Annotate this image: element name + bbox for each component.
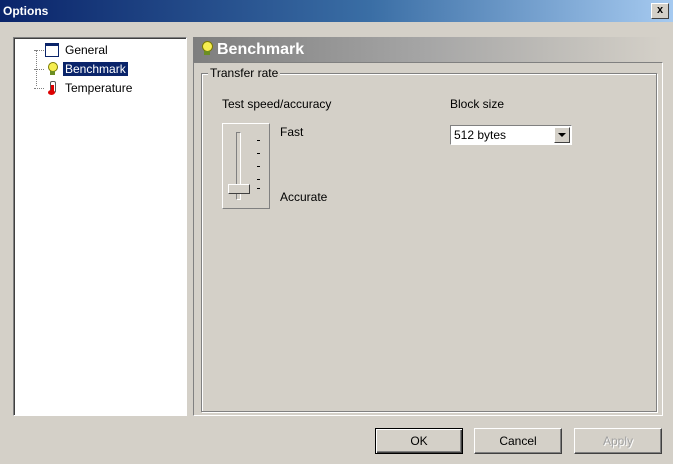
- ok-button[interactable]: OK: [375, 428, 463, 454]
- options-tree[interactable]: General Benchmark Temperature: [13, 37, 187, 416]
- accurate-label: Accurate: [280, 190, 328, 204]
- panel-title: Benchmark: [217, 41, 305, 58]
- tree-branch-line: [34, 49, 44, 51]
- panel-header: Benchmark: [193, 37, 663, 62]
- chevron-down-icon[interactable]: [554, 127, 570, 143]
- tree-item-benchmark[interactable]: Benchmark: [34, 61, 128, 77]
- close-button[interactable]: x: [651, 3, 669, 19]
- window-icon: [45, 43, 59, 57]
- block-size-select[interactable]: 512 bytes: [450, 125, 572, 145]
- slider-tick: [257, 153, 260, 154]
- speed-accuracy-label: Test speed/accuracy: [222, 97, 332, 111]
- speed-accuracy-slider[interactable]: [222, 123, 270, 209]
- lightbulb-icon: [200, 41, 214, 57]
- slider-tick: [257, 188, 260, 189]
- tree-item-label: Benchmark: [63, 62, 128, 76]
- group-legend: Transfer rate: [208, 66, 281, 80]
- tree-branch-line: [34, 87, 44, 89]
- tree-item-label: Temperature: [65, 81, 133, 95]
- block-size-label: Block size: [450, 97, 505, 111]
- title-bar: Options x: [0, 0, 673, 22]
- window-title: Options: [3, 4, 49, 18]
- slider-tick: [257, 166, 260, 167]
- tree-item-general[interactable]: General: [34, 42, 110, 58]
- slider-tick: [257, 140, 260, 141]
- cancel-button[interactable]: Cancel: [474, 428, 562, 454]
- slider-thumb[interactable]: [228, 184, 250, 194]
- slider-tick: [257, 179, 260, 180]
- tree-branch-line: [34, 68, 44, 70]
- thermometer-icon: [45, 81, 59, 95]
- tree-item-label: General: [65, 43, 108, 57]
- fast-label: Fast: [280, 125, 304, 139]
- apply-button[interactable]: Apply: [574, 428, 662, 454]
- lightbulb-icon: [45, 62, 59, 76]
- block-size-value: 512 bytes: [454, 128, 507, 142]
- tree-item-temperature[interactable]: Temperature: [34, 80, 134, 96]
